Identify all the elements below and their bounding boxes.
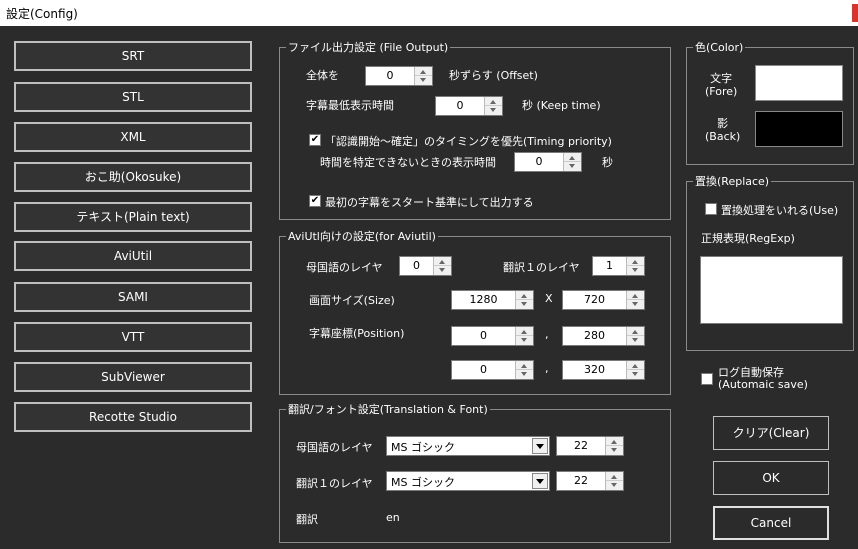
format-button-aviutil[interactable]: AviUtil — [14, 241, 252, 271]
trans-font-select[interactable]: MS ゴシック — [386, 471, 550, 491]
aviutil-legend: AviUtl向けの設定(for Aviutil) — [288, 230, 436, 243]
spin-arrows-icon[interactable] — [626, 257, 644, 275]
size-label: 画面サイズ(Size) — [309, 294, 395, 307]
translation-value: en — [386, 511, 400, 524]
format-button-recotte[interactable]: Recotte Studio — [14, 402, 252, 432]
trans-font-size-spinner[interactable]: 22 — [556, 471, 624, 491]
position2-comma: , — [545, 362, 549, 375]
spin-arrows-icon[interactable] — [626, 291, 644, 309]
cancel-button[interactable]: Cancel — [713, 506, 829, 540]
chevron-down-icon[interactable] — [532, 438, 548, 454]
aviutil-native-layer-label: 母国語のレイヤ — [306, 261, 383, 274]
start-base-label: 最初の字幕をスタート基準にして出力する — [325, 196, 534, 209]
replace-use-label: 置換処理をいれる(Use) — [721, 204, 839, 217]
replace-legend: 置換(Replace) — [695, 175, 770, 188]
format-button-vtt[interactable]: VTT — [14, 322, 252, 352]
unknown-time-label: 時間を特定できないときの表示時間 — [320, 156, 496, 169]
regexp-input[interactable] — [700, 256, 843, 324]
format-button-sami[interactable]: SAMI — [14, 282, 252, 312]
size-separator: X — [545, 292, 553, 305]
format-button-xml[interactable]: XML — [14, 122, 252, 152]
spin-arrows-icon[interactable] — [626, 361, 644, 379]
position1-comma: , — [545, 328, 549, 341]
position1-x-spinner[interactable]: 0 — [451, 326, 534, 346]
translation-label: 翻訳 — [296, 513, 318, 526]
offset-spinner[interactable]: 0 — [365, 66, 433, 86]
spin-arrows-icon[interactable] — [605, 437, 623, 455]
color-legend: 色(Color) — [695, 41, 744, 54]
spin-arrows-icon[interactable] — [626, 327, 644, 345]
position2-y-spinner[interactable]: 320 — [562, 360, 645, 380]
size-height-spinner[interactable]: 720 — [562, 290, 645, 310]
spin-arrows-icon[interactable] — [515, 291, 533, 309]
timing-priority-label: 「認識開始〜確定」のタイミングを優先(Timing priority) — [325, 135, 612, 148]
aviutil-trans-layer-spinner[interactable]: 1 — [592, 256, 645, 276]
format-button-subviewer[interactable]: SubViewer — [14, 362, 252, 392]
spin-arrows-icon[interactable] — [515, 361, 533, 379]
aviutil-native-layer-spinner[interactable]: 0 — [399, 256, 452, 276]
format-button-okosuke[interactable]: おこ助(Okosuke) — [14, 162, 252, 192]
close-icon[interactable] — [852, 4, 858, 22]
title-bar: 設定(Config) — [0, 0, 858, 26]
autosave-checkbox[interactable] — [701, 373, 713, 385]
spin-arrows-icon[interactable] — [563, 153, 581, 171]
fore-color-swatch[interactable] — [755, 65, 843, 101]
size-width-spinner[interactable]: 1280 — [451, 290, 534, 310]
clear-button[interactable]: クリア(Clear) — [713, 416, 829, 450]
back-color-label: 影 (Back) — [705, 117, 741, 143]
format-button-srt[interactable]: SRT — [14, 41, 252, 71]
autosave-label: ログ自動保存 (Automaic save) — [718, 366, 808, 391]
spin-arrows-icon[interactable] — [515, 327, 533, 345]
keep-time-suffix: 秒 (Keep time) — [522, 99, 601, 112]
format-button-stl[interactable]: STL — [14, 82, 252, 112]
regexp-label: 正規表現(RegExp) — [701, 232, 795, 245]
spin-arrows-icon[interactable] — [605, 472, 623, 490]
position1-y-spinner[interactable]: 280 — [562, 326, 645, 346]
start-base-checkbox[interactable]: ✔ — [309, 195, 321, 207]
back-color-swatch[interactable] — [755, 111, 843, 147]
fore-color-label: 文字 (Fore) — [705, 72, 738, 98]
window-title: 設定(Config) — [6, 7, 78, 21]
spin-arrows-icon[interactable] — [414, 67, 432, 85]
position2-x-spinner[interactable]: 0 — [451, 360, 534, 380]
font-trans-label: 翻訳１のレイヤ — [296, 477, 373, 490]
font-native-label: 母国語のレイヤ — [296, 441, 373, 454]
replace-use-checkbox[interactable] — [705, 203, 717, 215]
position-label: 字幕座標(Position) — [309, 327, 405, 340]
format-button-plain-text[interactable]: テキスト(Plain text) — [14, 202, 252, 232]
unknown-time-spinner[interactable]: 0 — [514, 152, 582, 172]
spin-arrows-icon[interactable] — [484, 97, 502, 115]
file-output-legend: ファイル出力設定 (File Output) — [288, 41, 449, 54]
keep-time-spinner[interactable]: 0 — [435, 96, 503, 116]
font-legend: 翻訳/フォント設定(Translation & Font) — [288, 403, 488, 416]
ok-button[interactable]: OK — [713, 461, 829, 495]
aviutil-trans-layer-label: 翻訳１のレイヤ — [503, 261, 580, 274]
offset-prefix-label: 全体を — [306, 69, 339, 82]
offset-suffix-label: 秒ずらす (Offset) — [449, 69, 538, 82]
timing-priority-checkbox[interactable]: ✔ — [309, 134, 321, 146]
unknown-time-suffix: 秒 — [602, 156, 613, 169]
native-font-size-spinner[interactable]: 22 — [556, 436, 624, 456]
native-font-select[interactable]: MS ゴシック — [386, 436, 550, 456]
keep-time-label: 字幕最低表示時間 — [306, 99, 394, 112]
chevron-down-icon[interactable] — [532, 473, 548, 489]
spin-arrows-icon[interactable] — [433, 257, 451, 275]
